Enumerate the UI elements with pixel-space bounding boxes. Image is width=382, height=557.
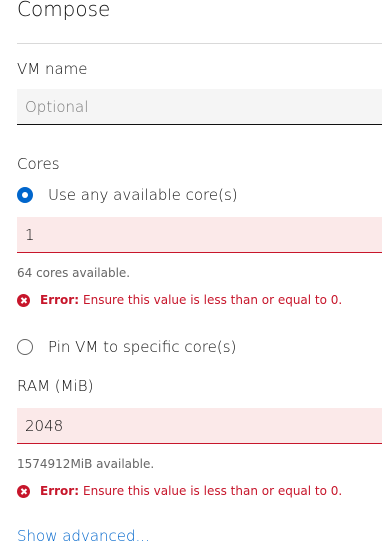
compose-panel: Compose VM name Cores Use any available … [0,0,382,557]
show-advanced-link[interactable]: Show advanced... [17,527,150,545]
radio-any-core-label: Use any available core(s) [48,186,238,204]
error-icon [17,484,30,498]
ram-label: RAM (MiB) [17,377,94,395]
cores-error: Error: Ensure this value is less than or… [17,293,342,307]
cores-input[interactable] [17,217,382,253]
panel-title: Compose [17,0,111,21]
ram-input[interactable] [17,408,382,444]
ram-error-message: Ensure this value is less than or equal … [83,484,343,498]
vm-name-label: VM name [17,60,88,78]
vm-name-input[interactable] [17,89,382,125]
error-icon [17,293,30,307]
ram-error: Error: Ensure this value is less than or… [17,484,342,498]
cores-error-prefix: Error: [40,293,79,307]
ram-error-prefix: Error: [40,484,79,498]
ram-help-text: 1574912MiB available. [17,457,155,471]
radio-pin-core-label: Pin VM to specific core(s) [48,338,237,356]
radio-pin-core[interactable]: Pin VM to specific core(s) [17,338,236,356]
cores-error-message: Ensure this value is less than or equal … [83,293,343,307]
radio-any-core[interactable]: Use any available core(s) [17,186,238,204]
title-divider [17,43,382,44]
cores-label: Cores [17,155,60,173]
radio-unchecked-icon[interactable] [17,339,33,355]
cores-help-text: 64 cores available. [17,266,131,280]
radio-checked-icon[interactable] [17,187,33,203]
